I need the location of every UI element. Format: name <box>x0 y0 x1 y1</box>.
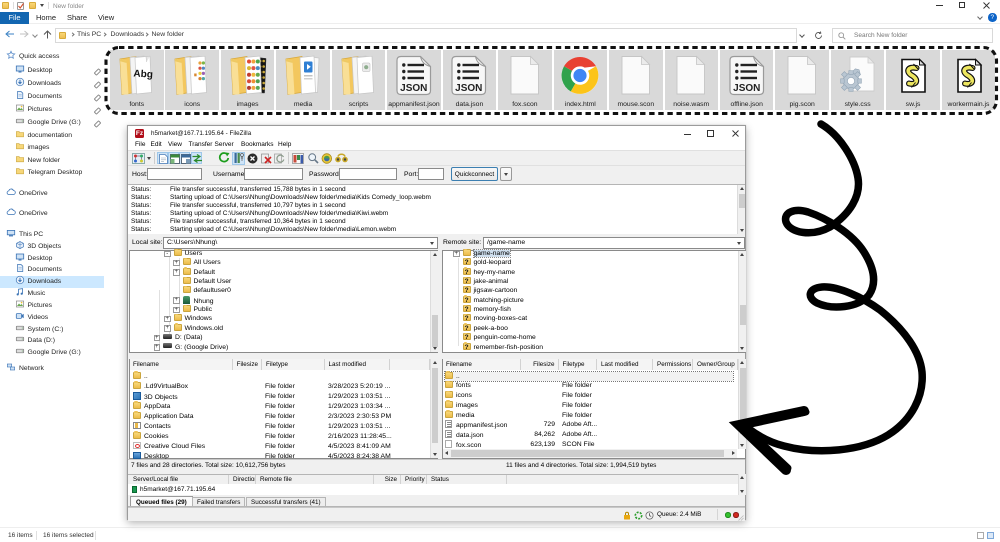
svg-text:JSON: JSON <box>400 83 427 94</box>
svg-text:Abg: Abg <box>133 68 153 80</box>
svg-text:JSON: JSON <box>456 83 483 94</box>
svg-text:JSON: JSON <box>733 83 760 94</box>
